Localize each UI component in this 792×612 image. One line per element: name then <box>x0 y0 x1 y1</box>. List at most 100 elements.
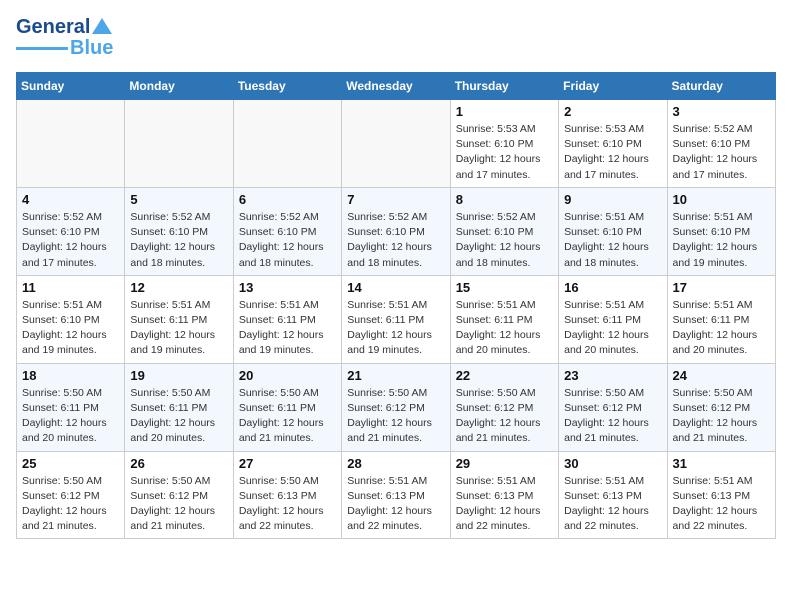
calendar-cell: 4 Sunrise: 5:52 AM Sunset: 6:10 PM Dayli… <box>17 187 125 275</box>
day-info: Sunrise: 5:50 AM Sunset: 6:13 PM Dayligh… <box>239 474 336 535</box>
day-number: 1 <box>456 104 553 119</box>
day-number: 25 <box>22 456 119 471</box>
day-info: Sunrise: 5:51 AM Sunset: 6:13 PM Dayligh… <box>673 474 770 535</box>
day-info: Sunrise: 5:51 AM Sunset: 6:11 PM Dayligh… <box>673 298 770 359</box>
calendar-cell: 26 Sunrise: 5:50 AM Sunset: 6:12 PM Dayl… <box>125 451 233 539</box>
day-number: 31 <box>673 456 770 471</box>
day-info: Sunrise: 5:50 AM Sunset: 6:12 PM Dayligh… <box>564 386 661 447</box>
calendar-cell: 16 Sunrise: 5:51 AM Sunset: 6:11 PM Dayl… <box>559 275 667 363</box>
day-info: Sunrise: 5:52 AM Sunset: 6:10 PM Dayligh… <box>239 210 336 271</box>
day-info: Sunrise: 5:52 AM Sunset: 6:10 PM Dayligh… <box>456 210 553 271</box>
day-number: 15 <box>456 280 553 295</box>
day-number: 11 <box>22 280 119 295</box>
logo-underline <box>16 47 68 50</box>
calendar-cell: 31 Sunrise: 5:51 AM Sunset: 6:13 PM Dayl… <box>667 451 775 539</box>
calendar-cell: 17 Sunrise: 5:51 AM Sunset: 6:11 PM Dayl… <box>667 275 775 363</box>
day-info: Sunrise: 5:50 AM Sunset: 6:12 PM Dayligh… <box>347 386 444 447</box>
calendar-week-5: 25 Sunrise: 5:50 AM Sunset: 6:12 PM Dayl… <box>17 451 776 539</box>
calendar-cell <box>125 100 233 188</box>
day-info: Sunrise: 5:50 AM Sunset: 6:12 PM Dayligh… <box>22 474 119 535</box>
day-info: Sunrise: 5:50 AM Sunset: 6:12 PM Dayligh… <box>456 386 553 447</box>
calendar-cell: 10 Sunrise: 5:51 AM Sunset: 6:10 PM Dayl… <box>667 187 775 275</box>
weekday-header-saturday: Saturday <box>667 73 775 100</box>
calendar-cell <box>342 100 450 188</box>
day-info: Sunrise: 5:52 AM Sunset: 6:10 PM Dayligh… <box>347 210 444 271</box>
day-info: Sunrise: 5:51 AM Sunset: 6:13 PM Dayligh… <box>347 474 444 535</box>
day-info: Sunrise: 5:51 AM Sunset: 6:11 PM Dayligh… <box>239 298 336 359</box>
day-number: 27 <box>239 456 336 471</box>
day-number: 6 <box>239 192 336 207</box>
day-info: Sunrise: 5:51 AM Sunset: 6:10 PM Dayligh… <box>673 210 770 271</box>
day-number: 16 <box>564 280 661 295</box>
day-number: 20 <box>239 368 336 383</box>
calendar-week-1: 1 Sunrise: 5:53 AM Sunset: 6:10 PM Dayli… <box>17 100 776 188</box>
day-number: 14 <box>347 280 444 295</box>
calendar-cell: 30 Sunrise: 5:51 AM Sunset: 6:13 PM Dayl… <box>559 451 667 539</box>
weekday-header-wednesday: Wednesday <box>342 73 450 100</box>
calendar-body: 1 Sunrise: 5:53 AM Sunset: 6:10 PM Dayli… <box>17 100 776 539</box>
calendar-cell: 1 Sunrise: 5:53 AM Sunset: 6:10 PM Dayli… <box>450 100 558 188</box>
calendar-cell: 24 Sunrise: 5:50 AM Sunset: 6:12 PM Dayl… <box>667 363 775 451</box>
calendar-cell: 12 Sunrise: 5:51 AM Sunset: 6:11 PM Dayl… <box>125 275 233 363</box>
calendar-week-4: 18 Sunrise: 5:50 AM Sunset: 6:11 PM Dayl… <box>17 363 776 451</box>
calendar-cell: 7 Sunrise: 5:52 AM Sunset: 6:10 PM Dayli… <box>342 187 450 275</box>
calendar-header-row: SundayMondayTuesdayWednesdayThursdayFrid… <box>17 73 776 100</box>
calendar-cell: 22 Sunrise: 5:50 AM Sunset: 6:12 PM Dayl… <box>450 363 558 451</box>
logo-blue: Blue <box>70 37 113 60</box>
day-number: 19 <box>130 368 227 383</box>
calendar-cell: 6 Sunrise: 5:52 AM Sunset: 6:10 PM Dayli… <box>233 187 341 275</box>
calendar-cell: 14 Sunrise: 5:51 AM Sunset: 6:11 PM Dayl… <box>342 275 450 363</box>
day-info: Sunrise: 5:52 AM Sunset: 6:10 PM Dayligh… <box>130 210 227 271</box>
calendar-cell: 25 Sunrise: 5:50 AM Sunset: 6:12 PM Dayl… <box>17 451 125 539</box>
day-info: Sunrise: 5:52 AM Sunset: 6:10 PM Dayligh… <box>673 122 770 183</box>
calendar-cell: 29 Sunrise: 5:51 AM Sunset: 6:13 PM Dayl… <box>450 451 558 539</box>
day-number: 12 <box>130 280 227 295</box>
weekday-header-friday: Friday <box>559 73 667 100</box>
day-info: Sunrise: 5:50 AM Sunset: 6:12 PM Dayligh… <box>130 474 227 535</box>
day-number: 22 <box>456 368 553 383</box>
day-number: 5 <box>130 192 227 207</box>
calendar-cell <box>17 100 125 188</box>
day-number: 18 <box>22 368 119 383</box>
day-number: 28 <box>347 456 444 471</box>
calendar-cell: 11 Sunrise: 5:51 AM Sunset: 6:10 PM Dayl… <box>17 275 125 363</box>
day-number: 10 <box>673 192 770 207</box>
day-number: 17 <box>673 280 770 295</box>
day-info: Sunrise: 5:51 AM Sunset: 6:10 PM Dayligh… <box>22 298 119 359</box>
day-number: 4 <box>22 192 119 207</box>
calendar-cell: 23 Sunrise: 5:50 AM Sunset: 6:12 PM Dayl… <box>559 363 667 451</box>
day-info: Sunrise: 5:50 AM Sunset: 6:12 PM Dayligh… <box>673 386 770 447</box>
day-number: 30 <box>564 456 661 471</box>
day-info: Sunrise: 5:51 AM Sunset: 6:13 PM Dayligh… <box>456 474 553 535</box>
calendar-cell: 20 Sunrise: 5:50 AM Sunset: 6:11 PM Dayl… <box>233 363 341 451</box>
day-number: 23 <box>564 368 661 383</box>
day-info: Sunrise: 5:51 AM Sunset: 6:11 PM Dayligh… <box>564 298 661 359</box>
page-header: General Blue <box>16 16 776 60</box>
day-info: Sunrise: 5:50 AM Sunset: 6:11 PM Dayligh… <box>22 386 119 447</box>
calendar-week-3: 11 Sunrise: 5:51 AM Sunset: 6:10 PM Dayl… <box>17 275 776 363</box>
calendar-cell: 2 Sunrise: 5:53 AM Sunset: 6:10 PM Dayli… <box>559 100 667 188</box>
weekday-header-tuesday: Tuesday <box>233 73 341 100</box>
calendar-cell: 28 Sunrise: 5:51 AM Sunset: 6:13 PM Dayl… <box>342 451 450 539</box>
day-number: 26 <box>130 456 227 471</box>
calendar-cell: 18 Sunrise: 5:50 AM Sunset: 6:11 PM Dayl… <box>17 363 125 451</box>
day-number: 13 <box>239 280 336 295</box>
day-info: Sunrise: 5:53 AM Sunset: 6:10 PM Dayligh… <box>564 122 661 183</box>
day-info: Sunrise: 5:51 AM Sunset: 6:11 PM Dayligh… <box>130 298 227 359</box>
calendar-cell: 19 Sunrise: 5:50 AM Sunset: 6:11 PM Dayl… <box>125 363 233 451</box>
day-info: Sunrise: 5:51 AM Sunset: 6:11 PM Dayligh… <box>456 298 553 359</box>
calendar-cell: 5 Sunrise: 5:52 AM Sunset: 6:10 PM Dayli… <box>125 187 233 275</box>
weekday-header-thursday: Thursday <box>450 73 558 100</box>
calendar-cell: 27 Sunrise: 5:50 AM Sunset: 6:13 PM Dayl… <box>233 451 341 539</box>
day-info: Sunrise: 5:51 AM Sunset: 6:10 PM Dayligh… <box>564 210 661 271</box>
calendar-week-2: 4 Sunrise: 5:52 AM Sunset: 6:10 PM Dayli… <box>17 187 776 275</box>
day-number: 24 <box>673 368 770 383</box>
calendar-table: SundayMondayTuesdayWednesdayThursdayFrid… <box>16 72 776 539</box>
day-number: 3 <box>673 104 770 119</box>
logo-icon <box>92 16 112 36</box>
calendar-cell: 13 Sunrise: 5:51 AM Sunset: 6:11 PM Dayl… <box>233 275 341 363</box>
day-info: Sunrise: 5:51 AM Sunset: 6:13 PM Dayligh… <box>564 474 661 535</box>
day-info: Sunrise: 5:50 AM Sunset: 6:11 PM Dayligh… <box>130 386 227 447</box>
day-info: Sunrise: 5:52 AM Sunset: 6:10 PM Dayligh… <box>22 210 119 271</box>
day-number: 7 <box>347 192 444 207</box>
